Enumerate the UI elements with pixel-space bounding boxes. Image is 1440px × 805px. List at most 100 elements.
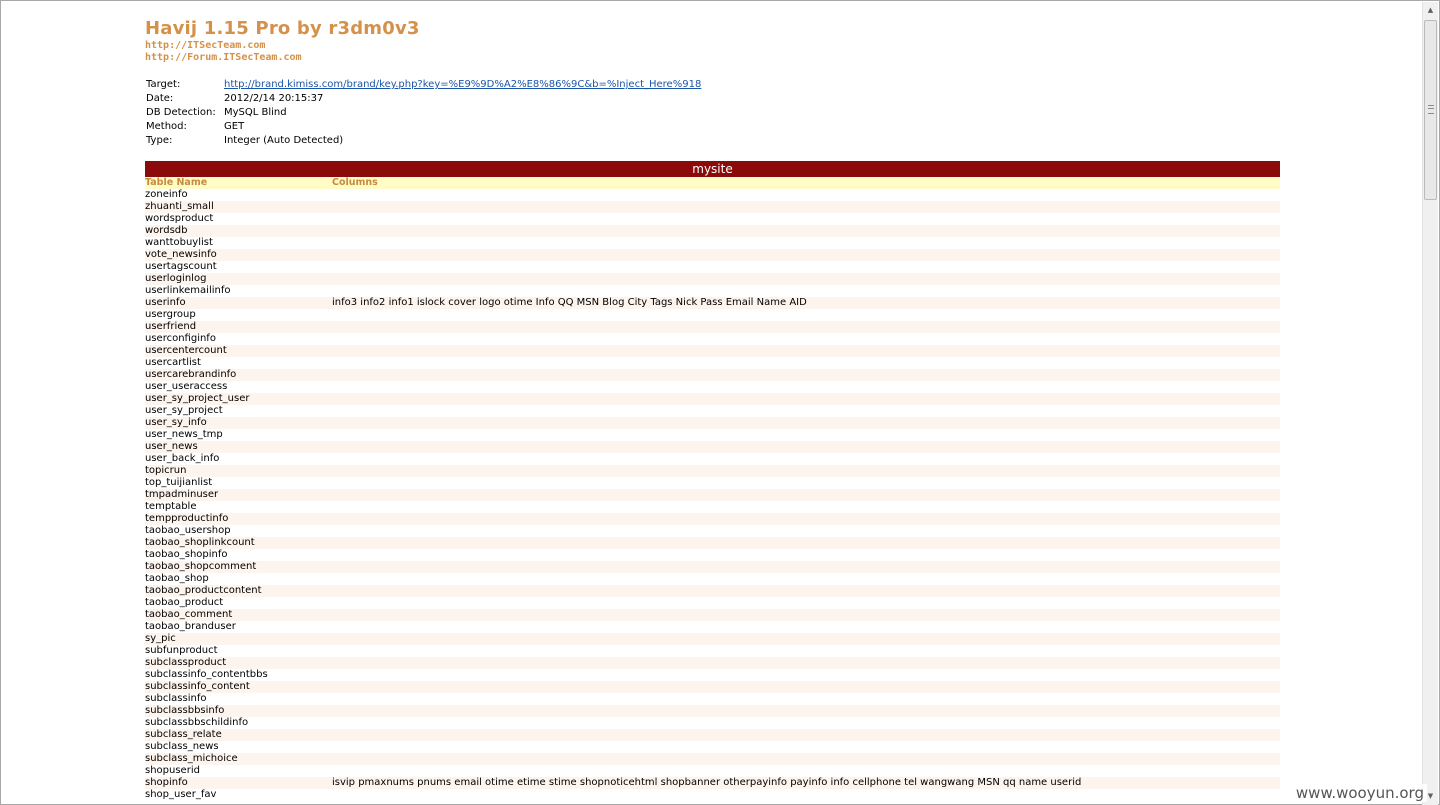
meta-value: http://brand.kimiss.com/brand/key.php?ke… <box>224 78 701 92</box>
table-row: taobao_product <box>145 597 1280 609</box>
meta-key: Target: <box>146 79 181 90</box>
table-row: taobao_usershop <box>145 525 1280 537</box>
table-row: subclassinfo <box>145 693 1280 705</box>
table-name-cell: userlinkemailinfo <box>145 285 231 296</box>
table-row: subclassbbsinfo <box>145 705 1280 717</box>
table-row: user_sy_info <box>145 417 1280 429</box>
table-name-cell: taobao_comment <box>145 609 233 620</box>
table-row: userinfo info3 info2 info1 islock cover l… <box>145 297 1280 309</box>
meta-value: MySQL Blind <box>224 107 287 118</box>
table-name-cell: usercentercount <box>145 345 227 356</box>
table-name-cell: taobao_usershop <box>145 525 231 536</box>
meta-key: Type: <box>146 135 173 146</box>
table-row: vote_newsinfo <box>145 249 1280 261</box>
table-name-cell: subfunproduct <box>145 645 218 656</box>
table-name-cell: userloginlog <box>145 273 207 284</box>
table-name-cell: subclassbbschildinfo <box>145 717 249 728</box>
table-name-cell: wordsdb <box>145 225 188 236</box>
table-name-cell: subclassinfo_content <box>145 681 250 692</box>
table-name-cell: usercarebrandinfo <box>145 369 237 380</box>
table-row: subclass_news <box>145 741 1280 753</box>
table-row: subfunproduct <box>145 645 1280 657</box>
table-row: taobao_branduser <box>145 621 1280 633</box>
table-row: user_sy_project_user <box>145 393 1280 405</box>
table-row: user_news_tmp <box>145 429 1280 441</box>
table-row: userlinkemailinfo <box>145 285 1280 297</box>
table-name-cell: subclassinfo <box>145 693 207 704</box>
table-name-cell: temptable <box>145 501 197 512</box>
table-name-cell: user_sy_info <box>145 417 207 428</box>
table-row: wanttobuylist <box>145 237 1280 249</box>
table-row: usertagscount <box>145 261 1280 273</box>
table-row: tmpadminuser <box>145 489 1280 501</box>
meta-value: 2012/2/14 20:15:37 <box>224 93 324 104</box>
table-row: taobao_shopcomment <box>145 561 1280 573</box>
columns-cell: isvip pmaxnums pnums email otime etime s… <box>332 777 1082 788</box>
table-row: subclass_relate <box>145 729 1280 741</box>
table-name-cell: user_sy_project_user <box>145 393 250 404</box>
table-name-cell: subclass_michoice <box>145 753 238 764</box>
table-row: wordsproduct <box>145 213 1280 225</box>
table-name-cell: user_sy_project <box>145 405 223 416</box>
table-name-cell: zhuanti_small <box>145 201 214 212</box>
table-name-cell: user_news <box>145 441 198 452</box>
table-row: temptable <box>145 501 1280 513</box>
header-table-name: Table Name <box>145 177 208 188</box>
table-row: userloginlog <box>145 273 1280 285</box>
table-row: usergroup <box>145 309 1280 321</box>
table-name-cell: taobao_shopcomment <box>145 561 257 572</box>
table-name-cell: zoneinfo <box>145 189 188 200</box>
target-url-link[interactable]: http://brand.kimiss.com/brand/key.php?ke… <box>224 79 701 90</box>
table-row: subclassinfo_contentbbs <box>145 669 1280 681</box>
table-row: topicrun <box>145 465 1280 477</box>
table-name-cell: usercartlist <box>145 357 201 368</box>
scroll-thumb[interactable] <box>1424 20 1437 200</box>
table-row: zoneinfo <box>145 189 1280 201</box>
table-name-cell: top_tuijianlist <box>145 477 213 488</box>
table-name-cell: shopuserid <box>145 765 200 776</box>
grip-icon <box>1428 105 1434 114</box>
table-row: taobao_comment <box>145 609 1280 621</box>
database-name-header: mysite <box>145 161 1280 177</box>
table-row: user_useraccess <box>145 381 1280 393</box>
table-row: subclass_michoice <box>145 753 1280 765</box>
table-row: tempproductinfo <box>145 513 1280 525</box>
table-row: usercentercount <box>145 345 1280 357</box>
table-row: subclassbbschildinfo <box>145 717 1280 729</box>
meta-value: GET <box>224 121 245 132</box>
meta-value: Integer (Auto Detected) <box>224 135 344 146</box>
table-name-cell: user_news_tmp <box>145 429 223 440</box>
table-row: top_tuijianlist <box>145 477 1280 489</box>
scroll-up-arrow-icon[interactable]: ▲ <box>1423 2 1438 19</box>
table-name-cell: taobao_productcontent <box>145 585 262 596</box>
report-title: Havij 1.15 Pro by r3dm0v3 <box>145 18 420 39</box>
table-row: user_back_info <box>145 453 1280 465</box>
browser-frame: Havij 1.15 Pro by r3dm0v3 http://ITSecTe… <box>0 0 1440 805</box>
table-row: user_news <box>145 441 1280 453</box>
table-name-cell: taobao_shop <box>145 573 209 584</box>
meta-key: DB Detection: <box>146 107 216 118</box>
meta-key: Date: <box>146 93 174 104</box>
table-row: subclassproduct <box>145 657 1280 669</box>
columns-cell: info3 info2 info1 islock cover logo otim… <box>332 297 807 308</box>
vertical-scrollbar[interactable]: ▲ ▼ <box>1422 2 1438 805</box>
table-name-cell: tmpadminuser <box>145 489 219 500</box>
table-name-cell: wanttobuylist <box>145 237 213 248</box>
table-row: zhuanti_small <box>145 201 1280 213</box>
table-row: wordsdb <box>145 225 1280 237</box>
site-link-1: http://ITSecTeam.com <box>145 40 266 51</box>
table-name-cell: usergroup <box>145 309 196 320</box>
table-name-cell: subclassbbsinfo <box>145 705 225 716</box>
table-name-cell: userconfiginfo <box>145 333 216 344</box>
table-name-cell: subclassinfo_contentbbs <box>145 669 268 680</box>
table-name-cell: subclass_relate <box>145 729 222 740</box>
table-list: zoneinfo zhuanti_small wordsproduct wordsdb… <box>145 189 1280 801</box>
table-name-cell: userfriend <box>145 321 197 332</box>
table-name-cell: subclassproduct <box>145 657 227 668</box>
site-link-2: http://Forum.ITSecTeam.com <box>145 52 302 63</box>
table-row: taobao_shop <box>145 573 1280 585</box>
table-name-cell: taobao_branduser <box>145 621 236 632</box>
table-name-cell: shop_user_fav <box>145 789 217 800</box>
table-name-cell: tempproductinfo <box>145 513 229 524</box>
table-name-cell: sy_pic <box>145 633 176 644</box>
